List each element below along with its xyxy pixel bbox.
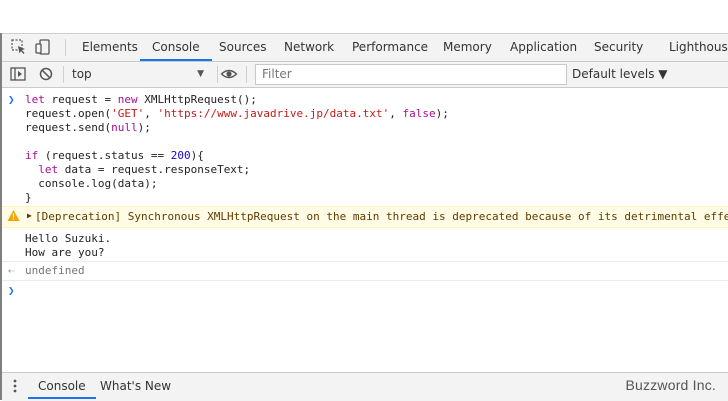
devtools-drawer: Console What's New Buzzword Inc. bbox=[2, 372, 728, 401]
tab-security[interactable]: Security bbox=[594, 34, 643, 61]
dropdown-triangle-icon: ▼ bbox=[197, 69, 204, 79]
code-line: request.send(null); bbox=[25, 121, 151, 134]
tab-memory[interactable]: Memory bbox=[443, 34, 492, 61]
return-arrow-icon: ⇠ bbox=[8, 264, 15, 277]
tab-network[interactable]: Network bbox=[284, 34, 334, 61]
context-value: top bbox=[72, 67, 92, 81]
toolbar-divider bbox=[63, 66, 64, 83]
browser-top-strip bbox=[0, 0, 728, 34]
watermark: Buzzword Inc. bbox=[625, 377, 716, 393]
console-result: ⇠ undefined bbox=[2, 262, 728, 281]
inspect-element-icon[interactable] bbox=[10, 38, 28, 56]
devtools-tab-bar: Elements Console Sources Network Perform… bbox=[2, 34, 728, 62]
log-levels-dropdown[interactable]: Default levels ▼ bbox=[572, 64, 668, 84]
drawer-tab-whats-new[interactable]: What's New bbox=[100, 373, 171, 399]
warning-message: [Deprecation] Synchronous XMLHttpRequest… bbox=[35, 210, 728, 223]
tab-sources[interactable]: Sources bbox=[219, 34, 266, 61]
code-line: let request = new XMLHttpRequest(); bbox=[25, 93, 257, 106]
device-toolbar-icon[interactable] bbox=[34, 38, 52, 56]
tab-divider bbox=[65, 39, 66, 56]
deprecation-warning[interactable]: ▶ [Deprecation] Synchronous XMLHttpReque… bbox=[2, 206, 728, 228]
toolbar-divider bbox=[217, 66, 218, 83]
tab-application[interactable]: Application bbox=[510, 34, 577, 61]
console-toolbar: top ▼ Default levels ▼ bbox=[2, 62, 728, 88]
code-line: let data = request.responseText; bbox=[38, 163, 251, 176]
tab-elements[interactable]: Elements bbox=[82, 34, 138, 61]
code-line: request.open('GET', 'https://www.javadri… bbox=[25, 107, 449, 120]
sidebar-toggle-icon[interactable] bbox=[9, 65, 27, 83]
code-line: console.log(data); bbox=[25, 177, 158, 190]
eye-icon[interactable] bbox=[220, 65, 238, 83]
tab-lighthouse[interactable]: Lighthouse bbox=[669, 34, 728, 61]
result-value: undefined bbox=[25, 264, 85, 277]
log-line: Hello Suzuki. bbox=[25, 232, 112, 245]
filter-box[interactable] bbox=[255, 64, 568, 85]
context-selector[interactable]: top ▼ bbox=[72, 64, 208, 84]
code-line: if (request.status == 200){ bbox=[25, 149, 204, 162]
toolbar-divider bbox=[246, 66, 247, 83]
code-line: } bbox=[25, 191, 32, 204]
tab-console[interactable]: Console bbox=[140, 34, 212, 61]
prompt-chevron-icon: ❯ bbox=[8, 93, 15, 106]
log-line: How are you? bbox=[25, 246, 105, 259]
filter-input[interactable] bbox=[256, 65, 568, 82]
console-log-output: Hello Suzuki. How are you? bbox=[2, 227, 728, 262]
drawer-menu-icon[interactable] bbox=[12, 379, 18, 396]
tab-performance[interactable]: Performance bbox=[352, 34, 428, 61]
console-panel: ❯ let request = new XMLHttpRequest(); req… bbox=[2, 88, 728, 371]
log-message: Hello Suzuki. How are you? bbox=[25, 232, 111, 260]
warning-icon bbox=[7, 209, 20, 225]
console-input-entry: ❯ let request = new XMLHttpRequest(); req… bbox=[2, 90, 728, 207]
expand-triangle-icon[interactable]: ▶ bbox=[27, 211, 32, 220]
clear-console-icon[interactable] bbox=[37, 65, 55, 83]
console-prompt-chevron-icon[interactable]: ❯ bbox=[8, 284, 15, 297]
drawer-tab-console[interactable]: Console bbox=[28, 373, 96, 399]
code-block: let request = new XMLHttpRequest(); reque… bbox=[25, 93, 449, 205]
